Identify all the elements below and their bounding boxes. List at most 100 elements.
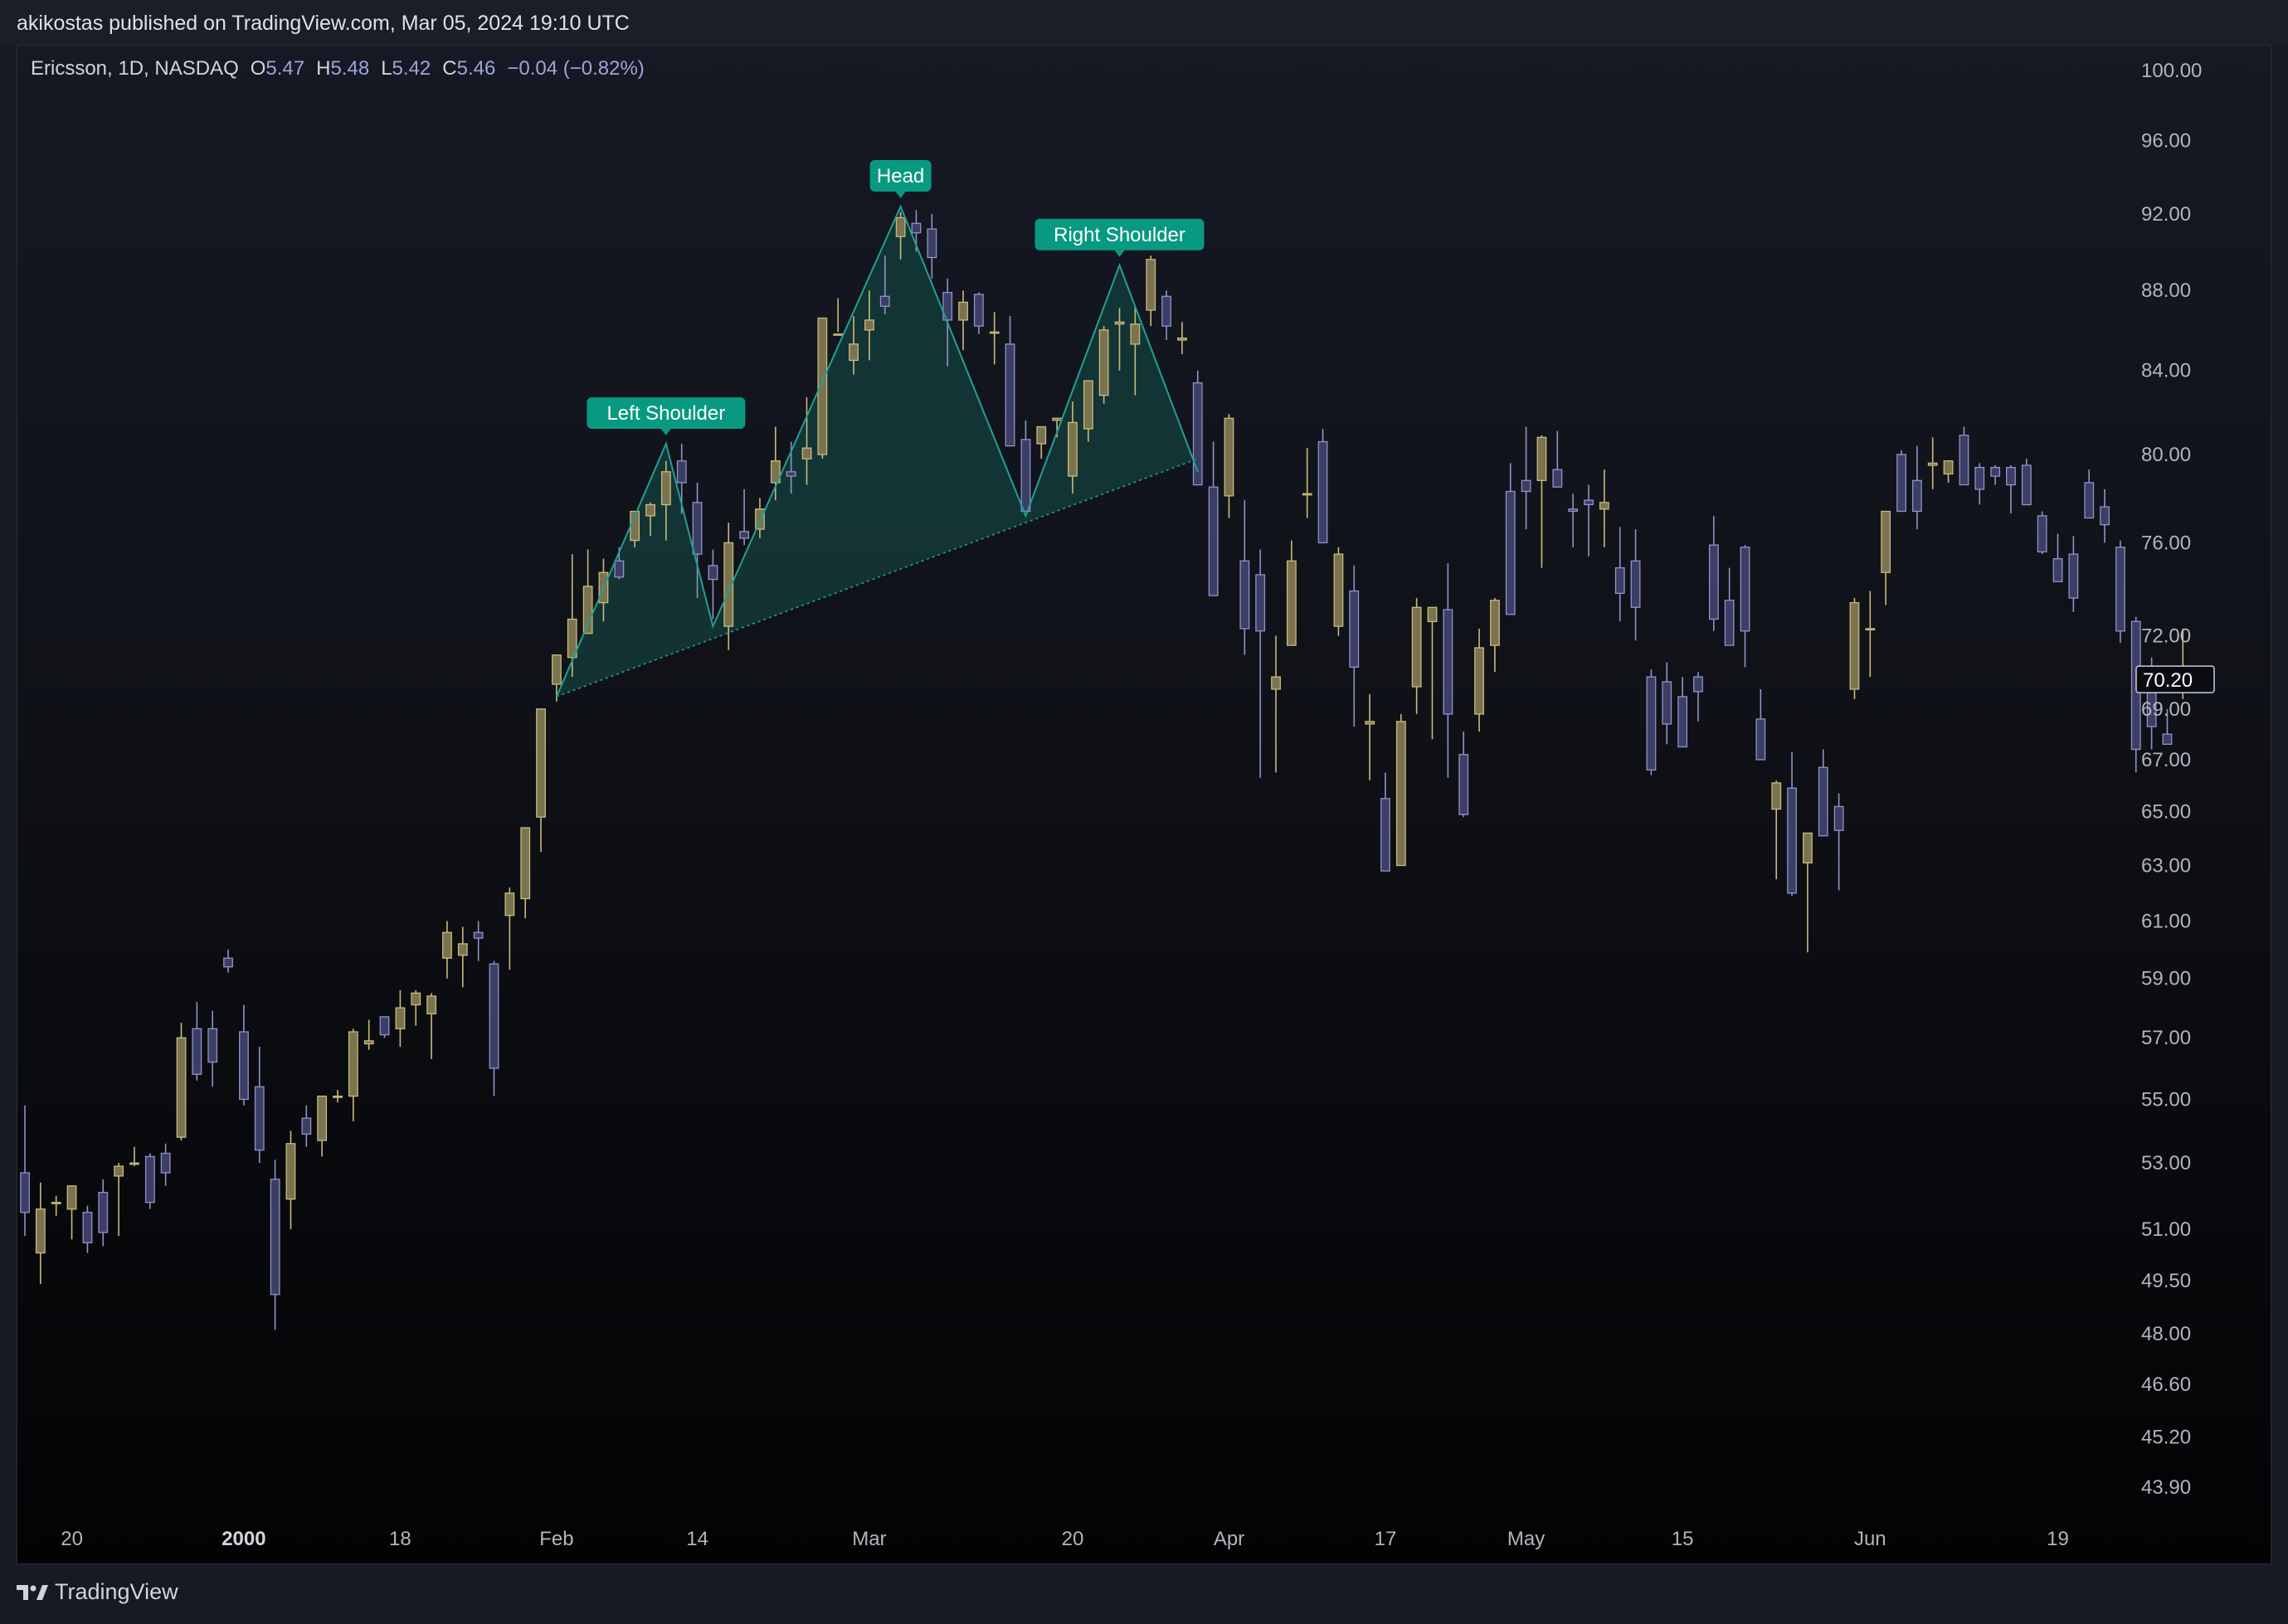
candle-body <box>489 963 499 1069</box>
candle-body <box>144 1155 155 1203</box>
candle-body <box>660 471 671 506</box>
candle-body <box>1255 574 1266 632</box>
candles-layer <box>20 210 2188 1330</box>
candle-body <box>1677 696 1688 748</box>
candle <box>1490 597 1500 673</box>
candle <box>973 292 984 334</box>
candle <box>504 887 515 970</box>
price-tick-label: 63.00 <box>2141 855 2191 878</box>
pattern-label[interactable]: Left Shoulder <box>587 397 746 436</box>
candle <box>348 1028 358 1121</box>
tradingview-logo[interactable]: TradingView <box>17 1579 178 1605</box>
candle-body <box>1208 486 1219 596</box>
candle <box>317 1095 328 1157</box>
time-tick-label: 15 <box>1672 1528 1694 1550</box>
label-pointer <box>660 429 671 436</box>
candle-body <box>363 1040 374 1045</box>
candle <box>1755 688 1766 761</box>
candle <box>270 1160 280 1330</box>
candle <box>1146 255 1156 327</box>
candle-body <box>1395 721 1406 867</box>
candle-body <box>536 708 546 818</box>
candle <box>333 1090 343 1103</box>
candle <box>442 921 452 979</box>
candle-body <box>317 1095 328 1141</box>
time-axis[interactable]: 20 2000 18 Feb 14 Mar 20 Apr 17 May 15 Jun 19 <box>61 1528 2069 1550</box>
candle <box>1208 441 1219 596</box>
low-label: L <box>381 57 392 80</box>
candle-body <box>239 1031 249 1101</box>
candle-body <box>1833 805 1844 831</box>
candle-body <box>1380 798 1390 872</box>
candle-body <box>1427 606 1438 623</box>
candle-body <box>285 1143 296 1200</box>
candle <box>1911 445 1922 530</box>
candle-body <box>1755 718 1766 761</box>
candle <box>160 1143 171 1186</box>
candle-body <box>51 1202 61 1204</box>
candle-body <box>1177 337 1187 341</box>
candle-body <box>426 995 437 1014</box>
symbol-name[interactable]: Ericsson, 1D, NASDAQ <box>31 57 239 80</box>
candle <box>1865 591 1876 678</box>
candle-body <box>1568 508 1579 513</box>
candle-body <box>66 1185 77 1210</box>
candle-body <box>1114 321 1125 325</box>
candle <box>1896 450 1906 513</box>
candle-body <box>160 1152 171 1174</box>
candle-body <box>1036 425 1047 445</box>
price-tick-label: 76.00 <box>2141 532 2191 554</box>
candlestick-chart[interactable]: Left Shoulder Head Right Shoulder 100.00 96… <box>17 46 2271 1564</box>
candle <box>1803 832 1813 953</box>
candle-body <box>1927 462 1938 466</box>
candle <box>176 1023 187 1140</box>
publish-text: akikostas published on TradingView.com, … <box>17 12 630 35</box>
candle <box>1255 549 1266 778</box>
candle-body <box>973 294 984 327</box>
candle-body <box>2037 515 2047 553</box>
candle <box>395 989 406 1048</box>
candle <box>192 1001 202 1081</box>
price-tick-label: 65.00 <box>2141 801 2191 824</box>
candle-body <box>895 216 906 237</box>
tradingview-wordmark: TradingView <box>55 1579 178 1604</box>
candle <box>20 1105 30 1237</box>
candle-body <box>129 1162 139 1165</box>
candle-body <box>1130 323 1141 345</box>
pattern-label[interactable]: Head <box>869 160 932 198</box>
time-tick-label: 18 <box>389 1528 411 1550</box>
last-price-label: 70.20 <box>2143 669 2193 692</box>
footer-bar: TradingView <box>0 1564 2288 1624</box>
candle <box>2021 459 2032 506</box>
candle-body <box>379 1016 390 1036</box>
candle-body <box>1943 460 1954 475</box>
chart-pane[interactable]: Left Shoulder Head Right Shoulder 100.00 96… <box>17 45 2271 1564</box>
candle-body <box>1818 766 1828 837</box>
candle <box>1192 370 1203 486</box>
candle <box>1630 529 1641 641</box>
candle <box>1349 565 1360 727</box>
time-tick-label: 17 <box>1375 1528 1397 1550</box>
candle <box>1458 732 1469 818</box>
candle <box>51 1195 61 1216</box>
candle-body <box>1787 787 1797 894</box>
candle-body <box>2006 466 2016 486</box>
candle-body <box>614 560 625 578</box>
candle <box>144 1153 155 1209</box>
price-tick-label: 88.00 <box>2141 280 2191 302</box>
candle <box>1552 430 1563 488</box>
open-label: O <box>250 57 266 80</box>
candle-body <box>739 531 750 539</box>
pattern-label[interactable]: Right Shoulder <box>1034 218 1205 257</box>
candle-body <box>1286 560 1297 646</box>
candle-body <box>1599 502 1609 510</box>
candle <box>989 312 1000 365</box>
candle-body <box>692 502 703 555</box>
candle-body <box>1693 676 1703 693</box>
candle <box>1286 540 1297 646</box>
candle-body <box>1803 832 1813 863</box>
high-value: 5.48 <box>330 57 370 80</box>
candle <box>1584 484 1594 557</box>
candle <box>363 1019 374 1050</box>
price-axis[interactable]: 100.00 96.00 92.00 88.00 84.00 80.00 76.00 72.0… <box>2135 60 2215 1499</box>
